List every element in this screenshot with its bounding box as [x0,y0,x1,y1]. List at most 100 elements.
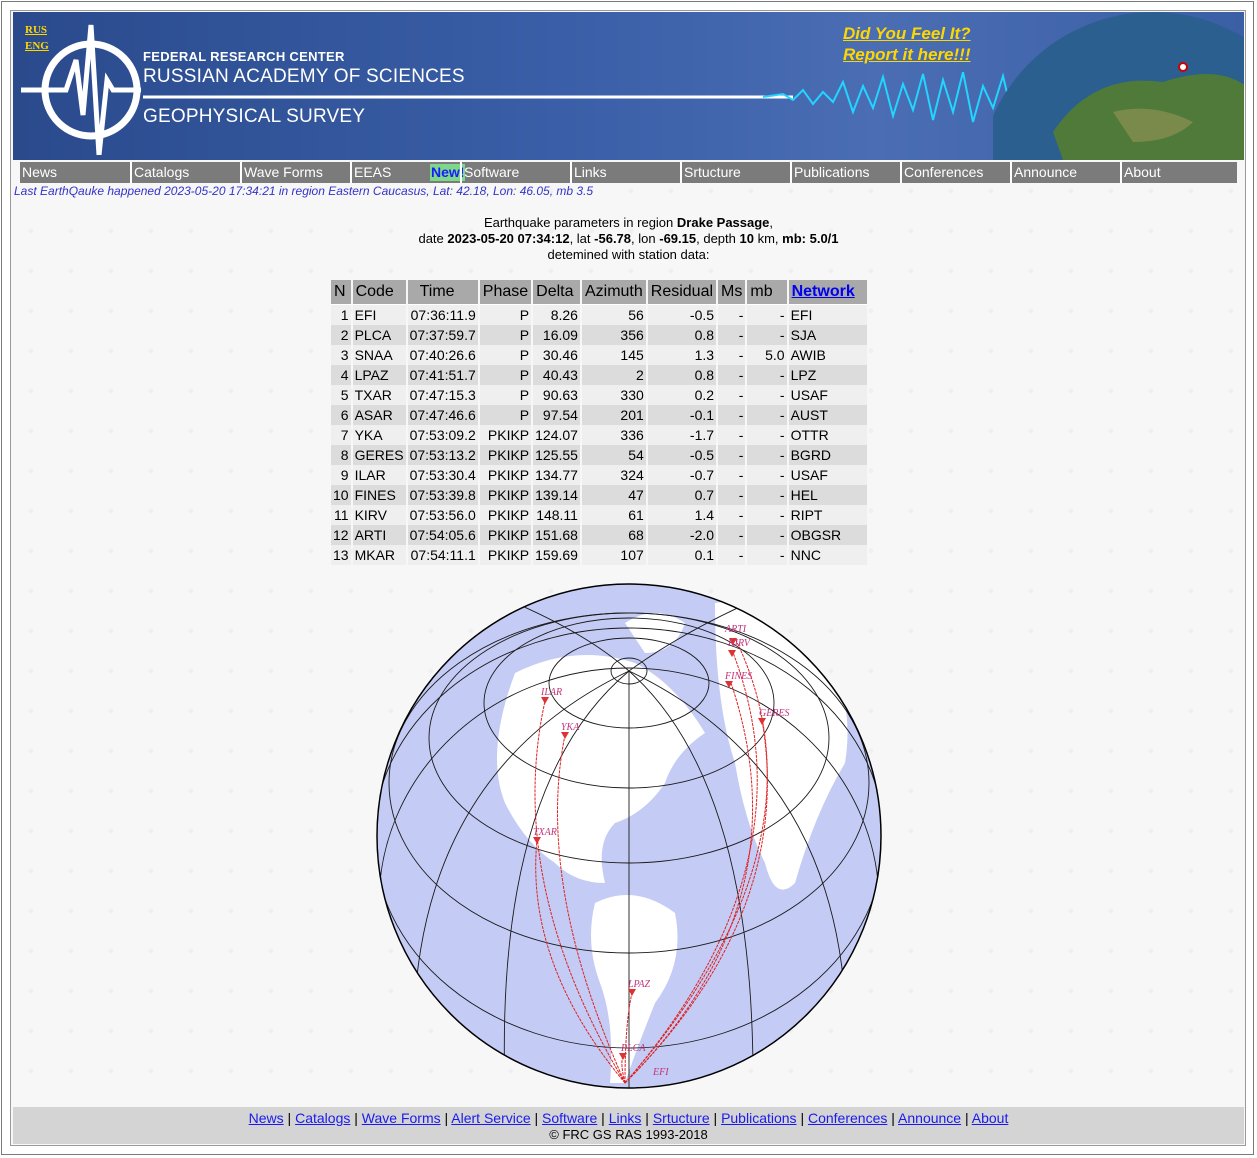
table-cell: 07:53:56.0 [407,505,478,525]
table-cell: BGRD [788,445,867,465]
copyright: © FRC GS RAS 1993-2018 [549,1127,708,1142]
table-cell: 07:37:59.7 [407,325,478,345]
table-row: 4 LPAZ 07:41:51.7 P 40.43 2 0.8- - LPZ [331,365,867,385]
table-cell: 97.54 [533,405,580,425]
table-cell: LPZ [788,365,867,385]
table-cell: P [479,325,532,345]
table-row: 12 ARTI 07:54:05.6 PKIKP 151.68 68 -2.0- - OBGSR [331,525,867,545]
table-cell: 0.8 [647,365,717,385]
table-cell: YKA [352,425,406,445]
table-cell: -0.5 [647,445,717,465]
col-ms: Ms [718,280,746,305]
depth-label: , depth [696,231,736,246]
table-cell: 16.09 [533,325,580,345]
table-cell: FINES [352,485,406,505]
table-cell: 11 [331,505,351,525]
table-cell: 6 [331,405,351,425]
table-cell: 1.4 [647,505,717,525]
table-cell: - [718,465,746,485]
table-cell: 201 [581,405,646,425]
depth-unit: km, [757,231,779,246]
nav-item-structure[interactable]: Srtucture [680,162,790,183]
table-cell: 13 [331,545,351,565]
table-cell: PKIKP [479,425,532,445]
station-label-txar: TXAR [533,827,557,838]
table-cell: 07:53:30.4 [407,465,478,485]
table-cell: - [747,305,787,325]
nav-item-links[interactable]: Links [570,162,680,183]
table-row: 1 EFI 07:36:11.9 P 8.26 56 -0.5- - EFI [331,305,867,325]
table-cell: RIPT [788,505,867,525]
table-cell: MKAR [352,545,406,565]
main-nav: News Catalogs Wave Forms EEAS New! Softw… [20,162,1237,183]
table-cell: - [747,385,787,405]
table-cell: ASAR [352,405,406,425]
table-cell: - [718,345,746,365]
nav-item-conferences[interactable]: Conferences [900,162,1010,183]
table-cell: -1.7 [647,425,717,445]
table-cell: - [718,525,746,545]
table-cell: 9 [331,465,351,485]
table-cell: 125.55 [533,445,580,465]
footer-link-announce[interactable]: Announce [898,1110,961,1126]
nav-item-about[interactable]: About [1120,162,1230,183]
table-cell: - [718,505,746,525]
footer-link-about[interactable]: About [972,1110,1009,1126]
table-cell: OBGSR [788,525,867,545]
table-cell: 07:47:46.6 [407,405,478,425]
table-header-row: N Code Time Phase Delta Azimuth Residual… [331,280,867,305]
footer-link-catalogs[interactable]: Catalogs [295,1110,350,1126]
table-cell: 07:36:11.9 [407,305,478,325]
table-cell: 30.46 [533,345,580,365]
footer-link-wave-forms[interactable]: Wave Forms [362,1110,441,1126]
nav-item-announce[interactable]: Announce [1010,162,1120,183]
station-label-fines: FINES [724,671,752,682]
table-cell: 07:47:15.3 [407,385,478,405]
footer-link-links[interactable]: Links [609,1110,642,1126]
table-cell: SNAA [352,345,406,365]
footer-link-structure[interactable]: Srtucture [653,1110,710,1126]
col-azimuth: Azimuth [581,280,646,305]
footer-link-publications[interactable]: Publications [721,1110,797,1126]
table-cell: 07:53:09.2 [407,425,478,445]
event-region: Drake Passage [676,215,770,230]
station-label-arti: ARTI [724,624,747,635]
footer-link-software[interactable]: Software [542,1110,597,1126]
table-cell: 56 [581,305,646,325]
table-cell: PKIKP [479,485,532,505]
event-region-line: Earthquake parameters in region Drake Pa… [483,215,774,230]
footer-link-news[interactable]: News [249,1110,284,1126]
table-cell: 107 [581,545,646,565]
footer-link-alert-service[interactable]: Alert Service [451,1110,530,1126]
nav-item-publications[interactable]: Publications [790,162,900,183]
nav-item-wave-forms[interactable]: Wave Forms [240,162,350,183]
did-you-feel-it-link[interactable]: Did You Feel It? [843,24,971,44]
col-n: N [331,280,351,305]
nav-item-eeas[interactable]: EEAS New! [350,162,466,183]
table-cell: - [718,425,746,445]
header-banner: RUS ENG FEDERAL RESEARCH CENTER RUSSIAN … [13,12,1244,160]
station-label-geres: GERES [759,708,790,719]
table-row: 8 GERES 07:53:13.2 PKIKP 125.55 54 -0.5- - BGRD [331,445,867,465]
footer-link-conferences[interactable]: Conferences [808,1110,887,1126]
last-earthquake-ticker[interactable]: Last EarthQauke happened 2023-05-20 17:3… [14,184,593,198]
table-cell: SJA [788,325,867,345]
table-cell: 54 [581,445,646,465]
nav-item-news[interactable]: News [20,162,130,183]
table-cell: P [479,405,532,425]
table-row: 10 FINES 07:53:39.8 PKIKP 139.14 47 0.7- - HEL [331,485,867,505]
table-row: 3 SNAA 07:40:26.6 P 30.46 145 1.3-5.0 AWIB [331,345,867,365]
nav-item-software[interactable]: Software [460,162,570,183]
table-cell: PKIKP [479,465,532,485]
table-cell: P [479,305,532,325]
table-cell: 3 [331,345,351,365]
table-cell: 2 [331,325,351,345]
table-cell: EFI [788,305,867,325]
table-cell: 10 [331,485,351,505]
report-it-link[interactable]: Report it here!!! [843,45,971,65]
nav-item-catalogs[interactable]: Catalogs [130,162,240,183]
event-intro: Earthquake parameters in region [483,215,674,230]
station-paths-map: ARTI KIRV FINES GERES ILAR YKA TXAR LPAZ… [376,583,882,1089]
table-cell: 8.26 [533,305,580,325]
col-network-link[interactable]: Network [788,280,867,305]
